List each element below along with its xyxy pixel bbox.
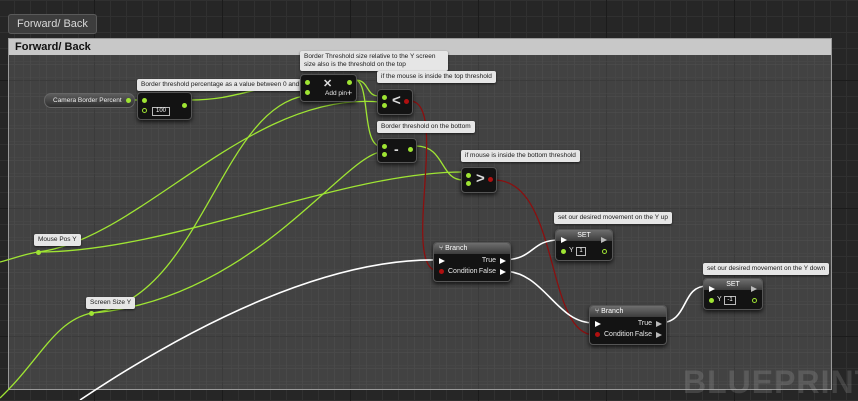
set-y-label: Y (717, 296, 722, 303)
exec-in-pin[interactable] (561, 237, 567, 243)
multiply-node[interactable]: 100 (137, 92, 192, 120)
false-label: False (634, 331, 652, 338)
var-label: Camera Border Percent (53, 97, 122, 104)
comment-bubble: if the mouse is inside the top threshold (377, 71, 496, 83)
float-pin[interactable] (752, 298, 757, 303)
comment-bubble: set our desired movement on the Y down (703, 263, 830, 275)
float-pin[interactable] (466, 173, 471, 178)
comment-bubble: Border threshold percentage as a value b… (137, 79, 309, 91)
greater-than-node[interactable]: > (461, 167, 497, 193)
comment-bubble: Border Threshold size relative to the Y … (300, 51, 448, 71)
wire-float (0, 251, 39, 263)
branch-title: Branch (445, 245, 468, 252)
float-pin[interactable] (305, 90, 310, 95)
bool-pin[interactable] (488, 177, 493, 182)
default-value-field[interactable]: 100 (152, 107, 170, 116)
subtract-node[interactable]: - (377, 138, 417, 163)
wire-float (37, 100, 381, 253)
comment-bubble: set our desired movement on the Y up (554, 212, 672, 224)
wire-exec (501, 270, 595, 324)
wire-float (37, 171, 464, 253)
var-camera-border-percent[interactable]: Camera Border Percent (44, 93, 135, 108)
set-y-label: Y (569, 247, 574, 254)
wire-float (91, 95, 305, 314)
float-pin[interactable] (602, 249, 607, 254)
multiply-icon: ✕ (323, 78, 333, 90)
exec-in-pin[interactable] (595, 321, 601, 327)
exec-true-pin[interactable] (656, 321, 662, 327)
float-pin[interactable] (466, 181, 471, 186)
false-label: False (478, 268, 496, 275)
wire-float (354, 79, 380, 147)
exec-true-pin[interactable] (500, 258, 506, 264)
exec-out-pin[interactable] (751, 286, 757, 292)
float-pin[interactable] (305, 80, 310, 85)
float-pin[interactable] (36, 250, 41, 255)
branch-title: Branch (601, 308, 624, 315)
float-pin[interactable] (408, 147, 413, 152)
float-pin[interactable] (347, 80, 352, 85)
float-pin[interactable] (382, 95, 387, 100)
exec-in-pin[interactable] (709, 286, 715, 292)
float-pin[interactable] (142, 98, 147, 103)
exec-false-pin[interactable] (656, 332, 662, 338)
set-y-down-node[interactable]: SET Y -1 (703, 278, 763, 310)
true-label: True (637, 320, 652, 327)
float-pin[interactable] (382, 152, 387, 157)
condition-pin[interactable] (595, 332, 600, 337)
wire-float (0, 312, 93, 399)
float-pin[interactable] (709, 298, 714, 303)
float-pin[interactable] (561, 249, 566, 254)
y-value-field[interactable]: 1 (576, 247, 586, 256)
float-pin[interactable] (142, 108, 147, 113)
condition-pin[interactable] (439, 269, 444, 274)
exec-in-pin[interactable] (439, 258, 445, 264)
branch-header: ⑂ Branch (434, 243, 510, 254)
var-screen-size-y[interactable]: Screen Size Y (86, 297, 136, 309)
comment-bubble: if mouse is inside the bottom threshold (461, 150, 580, 162)
branch-node-top[interactable]: ⑂ Branch Condition True False (433, 242, 511, 282)
exec-false-pin[interactable] (500, 269, 506, 275)
var-mouse-pos-y[interactable]: Mouse Pos Y (34, 234, 81, 246)
float-pin[interactable] (89, 311, 94, 316)
less-than-icon: < (392, 92, 401, 109)
comment-bubble: Border threshold on the bottom (377, 121, 475, 133)
condition-label: Condition (448, 268, 478, 275)
branch-header: ⑂ Branch (590, 306, 666, 317)
blueprint-watermark: BLUEPRINT (683, 364, 858, 400)
condition-label: Condition (604, 331, 634, 338)
float-pin[interactable] (382, 103, 387, 108)
multiply-addpin-node[interactable]: ✕ Add pin + (300, 74, 357, 102)
wire-float (91, 151, 381, 314)
minus-icon: - (394, 141, 399, 157)
branch-node-bottom[interactable]: ⑂ Branch Condition True False (589, 305, 667, 345)
float-pin[interactable] (125, 98, 131, 103)
float-pin[interactable] (182, 103, 187, 108)
set-y-up-node[interactable]: SET Y 1 (555, 229, 613, 261)
greater-than-icon: > (476, 170, 485, 187)
y-value-field[interactable]: -1 (724, 296, 736, 305)
exec-out-pin[interactable] (601, 237, 607, 243)
float-pin[interactable] (382, 144, 387, 149)
true-label: True (481, 257, 496, 264)
wire-exec (79, 259, 439, 400)
less-than-node[interactable]: < (377, 89, 413, 115)
bool-pin[interactable] (404, 99, 409, 104)
var-label: Screen Size Y (90, 299, 132, 306)
add-pin-plus-icon[interactable]: + (347, 88, 352, 98)
var-label: Mouse Pos Y (38, 236, 77, 243)
add-pin-label[interactable]: Add pin (325, 90, 347, 97)
